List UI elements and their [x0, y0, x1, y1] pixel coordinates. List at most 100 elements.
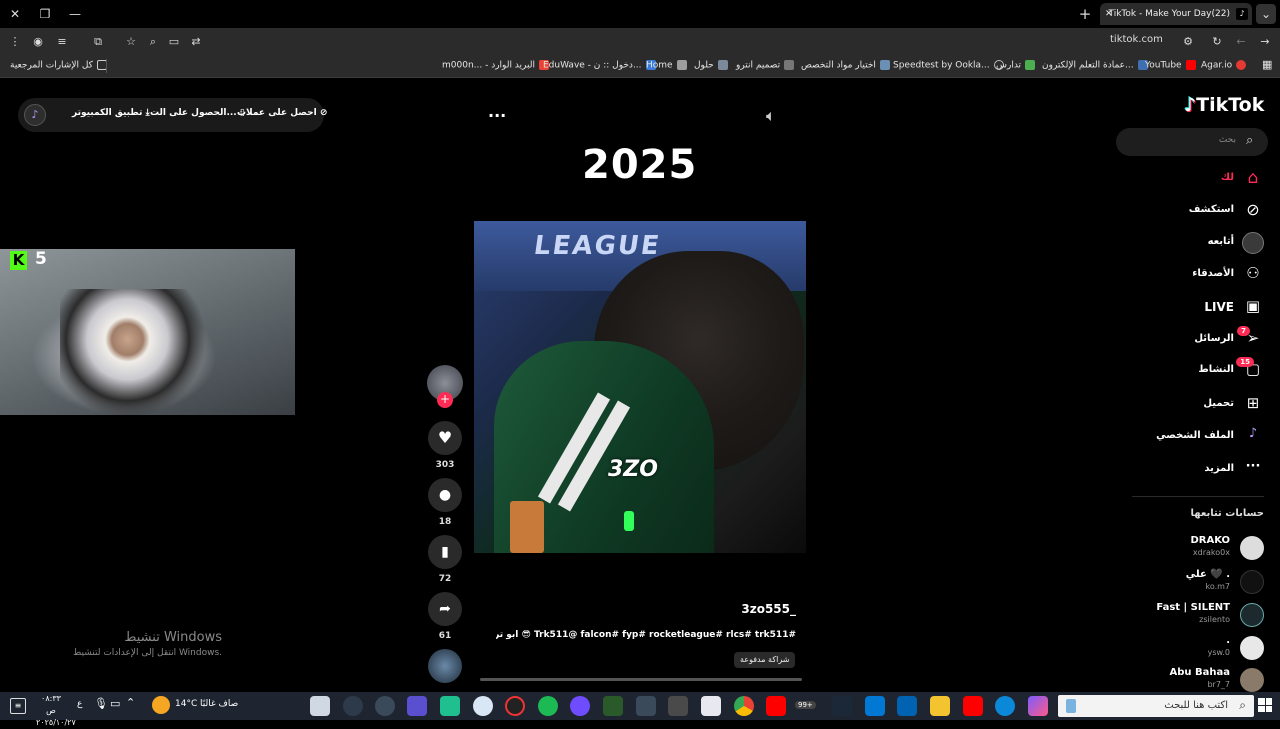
nav-profile[interactable]: الملف الشخصي ♪	[1120, 425, 1264, 451]
profile-icon[interactable]: ◉	[28, 32, 48, 52]
taskbar-app-icon[interactable]	[407, 696, 427, 716]
bookmark-gmail[interactable]: m000n... - البريد الوارد	[442, 60, 549, 71]
get-app-button[interactable]: الحصول على الت... ▯	[150, 108, 245, 118]
bookmark-solutions[interactable]: حلول	[694, 60, 728, 71]
microphone-icon[interactable]: 🎙︎	[94, 697, 108, 710]
taskbar-app-icon[interactable]	[473, 696, 493, 716]
spotify-icon[interactable]	[538, 696, 558, 716]
youtube-taskbar-icon[interactable]	[766, 696, 786, 716]
close-window-icon[interactable]: ✕	[5, 4, 25, 24]
more-options-icon[interactable]: ···	[488, 106, 506, 125]
apps-grid-icon[interactable]: ▦	[1262, 58, 1272, 71]
video-author[interactable]: 3zo555_	[696, 602, 796, 616]
taskbar-app-icon[interactable]	[963, 696, 983, 716]
sound-disc[interactable]	[428, 649, 462, 683]
taskbar-app-icon[interactable]	[375, 696, 395, 716]
taskbar-app-icon[interactable]	[310, 696, 330, 716]
followed-account[interactable]: علي 🖤 . ko.m7	[1130, 567, 1264, 599]
bookmark-tadars[interactable]: تدارس	[996, 60, 1036, 71]
taskbar-app-icon[interactable]	[865, 696, 885, 716]
taskbar-app-icon[interactable]	[701, 696, 721, 716]
nav-explore[interactable]: استكشف ⊘	[1120, 199, 1264, 225]
taskbar-app-icon[interactable]	[636, 696, 656, 716]
reload-icon[interactable]: ↻	[1207, 32, 1227, 52]
weather-temp[interactable]: 14°C	[175, 699, 197, 709]
steam-icon[interactable]	[832, 696, 852, 716]
tiktok-logo[interactable]: ♪TikTok	[1184, 94, 1264, 116]
search-input[interactable]: بحث	[1126, 135, 1236, 145]
bookmark-speedtest[interactable]: Speedtest by Ookla...	[893, 60, 1004, 71]
video-caption[interactable]: Trk511@ falcon# fyp# rocketleague# rlcs#…	[496, 630, 796, 640]
input-language[interactable]: ع	[77, 699, 82, 709]
zoom-icon[interactable]: ⌕	[143, 32, 163, 52]
like-button[interactable]: ♥	[428, 421, 462, 455]
show-hidden-icons[interactable]: ⌃	[126, 696, 135, 709]
taskbar-app-icon[interactable]	[668, 696, 688, 716]
reading-list-icon[interactable]: ≡	[52, 32, 72, 52]
bookmark-intro[interactable]: تصميم انترو	[736, 60, 795, 71]
bookmark-courses[interactable]: اختيار مواد التخصص	[801, 60, 890, 71]
desktop-app-button[interactable]: تطبيق الكمبيوتر ⤓	[72, 108, 150, 118]
taskbar-app-icon[interactable]	[343, 696, 363, 716]
taskbar-app-icon[interactable]	[570, 696, 590, 716]
chrome-icon[interactable]	[734, 696, 754, 716]
nav-activity[interactable]: النشاط ▢ 15	[1120, 357, 1264, 385]
taskbar-app-icon[interactable]	[440, 696, 460, 716]
nav-following[interactable]: أتابعه	[1120, 231, 1264, 257]
browser-tab[interactable]: ✕ (22)TikTok - Make Your Day ♪	[1100, 3, 1252, 25]
bookmark-star-icon[interactable]: ☆	[121, 32, 141, 52]
taskbar-app-icon[interactable]	[603, 696, 623, 716]
copilot-icon[interactable]	[1028, 696, 1048, 716]
nav-messages[interactable]: الرسائل ➢ 7	[1120, 326, 1264, 354]
nav-upload[interactable]: تحميل ⊞	[1120, 393, 1264, 419]
bookmark-eduwave[interactable]: EduWave - دخول :: ن...	[543, 60, 656, 71]
nav-live[interactable]: LIVE ▣	[1120, 296, 1264, 322]
search-icon[interactable]: ⌕	[1246, 133, 1253, 148]
nav-friends[interactable]: الأصدقاء ⚇	[1120, 263, 1264, 289]
bookmark-home[interactable]: Home	[646, 60, 687, 71]
taskbar-app-icon[interactable]	[505, 696, 525, 716]
back-icon[interactable]: →	[1255, 32, 1275, 52]
account-avatar	[1240, 603, 1264, 627]
taskbar-search[interactable]: اكتب هنا للبحث ⌕	[1058, 695, 1254, 717]
share-button[interactable]: ➦	[428, 592, 462, 626]
site-settings-icon[interactable]: ⚙	[1178, 32, 1198, 52]
video-player[interactable]: LEAGUE 3ZO	[474, 221, 806, 553]
forward-icon[interactable]: ←	[1231, 32, 1251, 52]
follow-plus-icon[interactable]: +	[437, 392, 453, 408]
address-bar[interactable]: tiktok.com	[1110, 34, 1180, 50]
app-logo-icon[interactable]: ♪	[24, 104, 46, 126]
nav-for-you[interactable]: لك ⌂	[1120, 167, 1264, 193]
video-progress-bar[interactable]	[480, 678, 802, 681]
save-button[interactable]: ▮	[428, 535, 462, 569]
followed-account[interactable]: . ysw.0	[1130, 633, 1264, 665]
bookmark-all[interactable]: كل الإشارات المرجعية	[10, 60, 107, 71]
search-box[interactable]: بحث ⌕	[1116, 128, 1268, 156]
edge-icon[interactable]	[995, 696, 1015, 716]
translate-icon[interactable]: ⇄	[186, 32, 206, 52]
restore-window-icon[interactable]: ❐	[35, 4, 55, 24]
extensions-icon[interactable]: ⧉	[88, 32, 108, 52]
notifications-icon[interactable]: ≡	[10, 698, 26, 714]
followed-account[interactable]: DRAKO xdrako0x	[1130, 533, 1264, 565]
bookmark-youtube[interactable]: YouTube	[1145, 60, 1196, 71]
minimize-window-icon[interactable]: —	[65, 4, 85, 24]
new-tab-icon[interactable]: +	[1075, 4, 1095, 24]
tab-close-icon[interactable]: ✕	[1105, 3, 1113, 25]
bookmark-elearning[interactable]: عمادة التعلم الإلكترون...	[1042, 60, 1148, 71]
file-explorer-icon[interactable]	[930, 696, 950, 716]
clock[interactable]: ٠٨:٣٣ ص ٢٠٢٥/١٠/٢٧	[36, 693, 76, 729]
taskbar-app-icon[interactable]	[897, 696, 917, 716]
network-icon[interactable]: ▭	[110, 697, 120, 710]
weather-text[interactable]: صاف غالبًا	[200, 699, 238, 709]
get-coins-button[interactable]: احصل على عملات ⊘	[237, 108, 327, 118]
cast-icon[interactable]: ▭	[164, 32, 184, 52]
mute-icon[interactable]: 🔈︎	[766, 106, 776, 126]
nav-more[interactable]: المزيد ···	[1120, 458, 1264, 484]
menu-icon[interactable]: ⋮	[5, 32, 25, 52]
bookmark-agario[interactable]: Agar.io	[1201, 60, 1247, 71]
tab-search-icon[interactable]: ⌄	[1256, 4, 1276, 24]
comment-button[interactable]: ●	[428, 478, 462, 512]
followed-account[interactable]: Fast | SILENT zsilento	[1130, 600, 1264, 632]
start-button[interactable]	[1258, 698, 1272, 712]
